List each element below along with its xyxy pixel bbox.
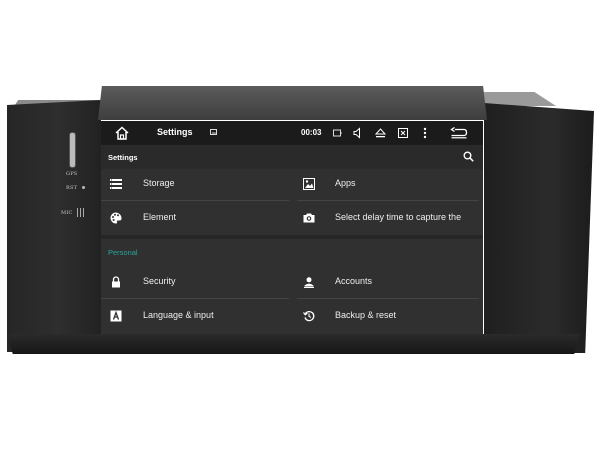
settings-item-label: Storage xyxy=(143,178,175,188)
bezel-bottom xyxy=(7,334,580,354)
gps-label: GPS xyxy=(66,171,78,177)
home-icon[interactable] xyxy=(114,125,130,141)
more-vert-icon[interactable] xyxy=(422,127,428,139)
settings-item-label: Element xyxy=(143,212,177,222)
search-icon[interactable] xyxy=(463,151,474,162)
storage-icon xyxy=(110,179,122,189)
settings-item-security[interactable]: Security xyxy=(101,267,291,297)
settings-item-label: Apps xyxy=(335,178,356,188)
rst-label: RST xyxy=(66,185,78,191)
reset-button[interactable] xyxy=(82,186,85,189)
gps-card-slot[interactable] xyxy=(70,133,75,167)
battery-icon xyxy=(333,129,342,137)
divider xyxy=(297,200,479,201)
volume-icon[interactable] xyxy=(353,127,363,139)
keyboard-letter-icon xyxy=(110,310,122,322)
section-divider xyxy=(101,235,483,239)
apps-icon xyxy=(303,178,315,190)
clock: 00:03 xyxy=(301,128,322,137)
settings-item-apps[interactable]: Apps xyxy=(301,169,481,199)
account-icon xyxy=(304,277,314,288)
back-icon[interactable] xyxy=(450,127,468,139)
screen: Settings 00:03 Settings Storage Apps Ele… xyxy=(101,121,483,334)
app-title: Settings xyxy=(157,127,193,137)
settings-item-backup-reset[interactable]: Backup & reset xyxy=(301,301,481,331)
settings-header: Settings xyxy=(101,145,483,169)
mic-label: MIC xyxy=(61,210,73,216)
bezel-top xyxy=(98,86,487,120)
eject-icon[interactable] xyxy=(375,127,386,139)
camera-icon xyxy=(303,213,315,223)
settings-item-accounts[interactable]: Accounts xyxy=(301,267,481,297)
bezel-right xyxy=(484,103,594,353)
section-heading-personal: Personal xyxy=(108,248,138,257)
settings-item-language[interactable]: Language & input xyxy=(101,301,291,331)
settings-item-storage[interactable]: Storage xyxy=(101,169,291,199)
divider xyxy=(297,298,479,299)
bezel-left xyxy=(7,100,101,352)
settings-item-label: Language & input xyxy=(143,310,214,320)
settings-item-label: Select delay time to capture the xyxy=(335,212,462,222)
lock-icon xyxy=(112,276,120,288)
settings-item-label: Security xyxy=(143,276,176,286)
image-icon xyxy=(210,129,217,135)
palette-icon xyxy=(110,212,122,224)
divider xyxy=(101,200,289,201)
status-bar: Settings 00:03 xyxy=(101,121,483,145)
settings-item-label: Backup & reset xyxy=(335,310,397,320)
settings-item-label: Accounts xyxy=(335,276,373,286)
divider xyxy=(101,298,289,299)
restore-icon xyxy=(303,310,315,322)
microphone-icon xyxy=(76,208,84,217)
settings-item-element[interactable]: Element xyxy=(101,203,291,233)
settings-item-capture-delay[interactable]: Select delay time to capture the xyxy=(301,203,483,233)
close-box-icon[interactable] xyxy=(398,127,408,139)
page-title: Settings xyxy=(108,153,138,162)
